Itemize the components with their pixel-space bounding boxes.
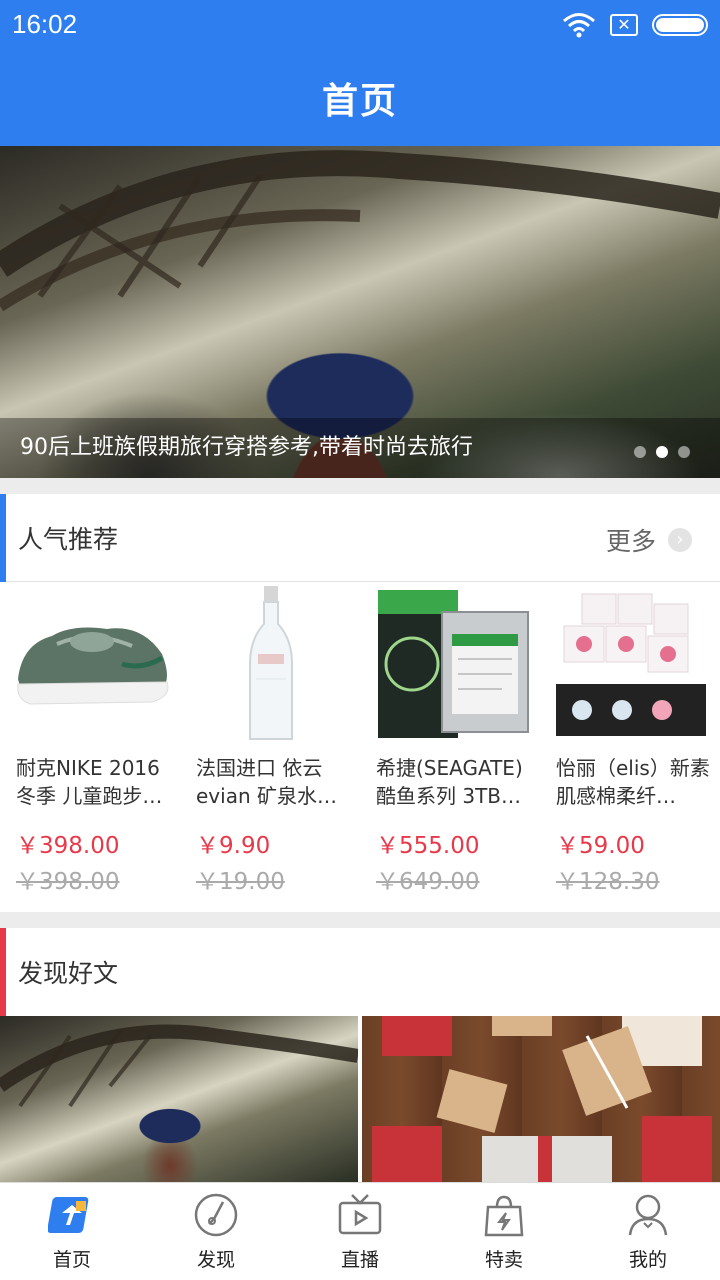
discover-icon	[194, 1193, 238, 1237]
tab-profile[interactable]: 我的	[576, 1183, 720, 1280]
sneaker-image	[17, 627, 169, 705]
popular-header: 人气推荐 更多 ›	[0, 494, 720, 582]
bottom-tab-bar: 首页 发现 直播 特卖 我的	[0, 1182, 720, 1280]
product-price: ￥9.90	[196, 833, 271, 859]
article-card-gift-boxes-photo[interactable]	[362, 1016, 720, 1182]
chevron-right-icon: ›	[668, 528, 692, 552]
status-time: 16:02	[12, 9, 78, 39]
more-label: 更多	[605, 527, 656, 556]
hard-drive-image	[378, 590, 529, 738]
tab-label: 发现	[196, 1249, 235, 1271]
product-card[interactable]: 耐克NIKE 2016冬季 儿童跑步… ￥398.00 ￥398.00	[0, 582, 180, 912]
pads-package-image	[556, 593, 706, 736]
articles-header: 发现好文	[0, 928, 720, 1016]
battery-icon	[652, 14, 708, 36]
product-name: 怡丽（elis）新素肌感棉柔纤…	[556, 756, 710, 808]
product-old-price: ￥398.00	[16, 869, 120, 895]
banner-caption: 90后上班族假期旅行穿搭参考,带着时尚去旅行	[20, 435, 473, 460]
sim-x-icon: ✕	[610, 14, 638, 36]
sale-bag-icon	[484, 1195, 524, 1237]
product-card[interactable]: 怡丽（elis）新素肌感棉柔纤… ￥59.00 ￥128.30	[540, 582, 720, 912]
banner-carousel[interactable]: 90后上班族假期旅行穿搭参考,带着时尚去旅行	[0, 146, 720, 478]
wifi-icon	[563, 13, 595, 38]
status-icons: ✕	[562, 12, 708, 38]
home-icon	[48, 1197, 89, 1233]
section-accent-bar	[0, 928, 6, 1016]
tab-label: 直播	[340, 1249, 379, 1271]
gift-boxes-graphic	[372, 1016, 712, 1182]
product-card[interactable]: 法国进口 依云evian 矿泉水… ￥9.90 ￥19.00	[180, 582, 360, 912]
tab-label: 首页	[52, 1249, 91, 1271]
popular-section: 人气推荐 更多 › 耐克NIKE 2016冬季 儿童跑步… ￥398.00 ￥3…	[0, 494, 720, 912]
product-old-price: ￥649.00	[376, 869, 480, 895]
more-button[interactable]: 更多 ›	[606, 522, 692, 558]
tab-sale[interactable]: 特卖	[432, 1183, 576, 1280]
product-price: ￥398.00	[16, 833, 120, 859]
title-bar: 首页	[0, 50, 720, 146]
product-list: 耐克NIKE 2016冬季 儿童跑步… ￥398.00 ￥398.00 法国进口…	[0, 582, 720, 912]
live-tv-icon	[338, 1194, 382, 1235]
section-accent-bar	[0, 494, 6, 582]
product-price: ￥59.00	[556, 833, 645, 859]
carousel-dot[interactable]	[634, 446, 646, 458]
articles-section: 发现好文	[0, 928, 720, 1182]
banner-bridge-graphic	[0, 150, 720, 312]
carousel-dots	[634, 446, 690, 458]
carousel-dot[interactable]	[678, 446, 690, 458]
tab-label: 特卖	[484, 1249, 523, 1271]
profile-icon	[628, 1194, 668, 1236]
water-bottle-image	[249, 586, 293, 740]
page-title: 首页	[321, 81, 398, 122]
product-name: 希捷(SEAGATE)酷鱼系列 3TB…	[376, 756, 523, 808]
tab-home[interactable]: 首页	[0, 1183, 144, 1280]
product-name: 耐克NIKE 2016冬季 儿童跑步…	[16, 756, 163, 808]
popular-title: 人气推荐	[18, 524, 119, 554]
tab-live[interactable]: 直播	[288, 1183, 432, 1280]
product-old-price: ￥19.00	[196, 869, 285, 895]
status-bar: 16:02 ✕	[0, 0, 720, 50]
product-old-price: ￥128.30	[556, 869, 660, 895]
tab-discover[interactable]: 发现	[144, 1183, 288, 1280]
product-card[interactable]: 希捷(SEAGATE)酷鱼系列 3TB… ￥555.00 ￥649.00	[360, 582, 540, 912]
tab-label: 我的	[628, 1249, 667, 1271]
product-price: ￥555.00	[376, 833, 480, 859]
carousel-dot-active[interactable]	[656, 446, 668, 458]
articles-title: 发现好文	[18, 959, 119, 988]
product-name: 法国进口 依云evian 矿泉水…	[196, 756, 337, 808]
article-card-travel-photo[interactable]	[0, 1016, 358, 1182]
article-list	[0, 1016, 720, 1182]
article-bridge-graphic	[0, 1024, 358, 1108]
